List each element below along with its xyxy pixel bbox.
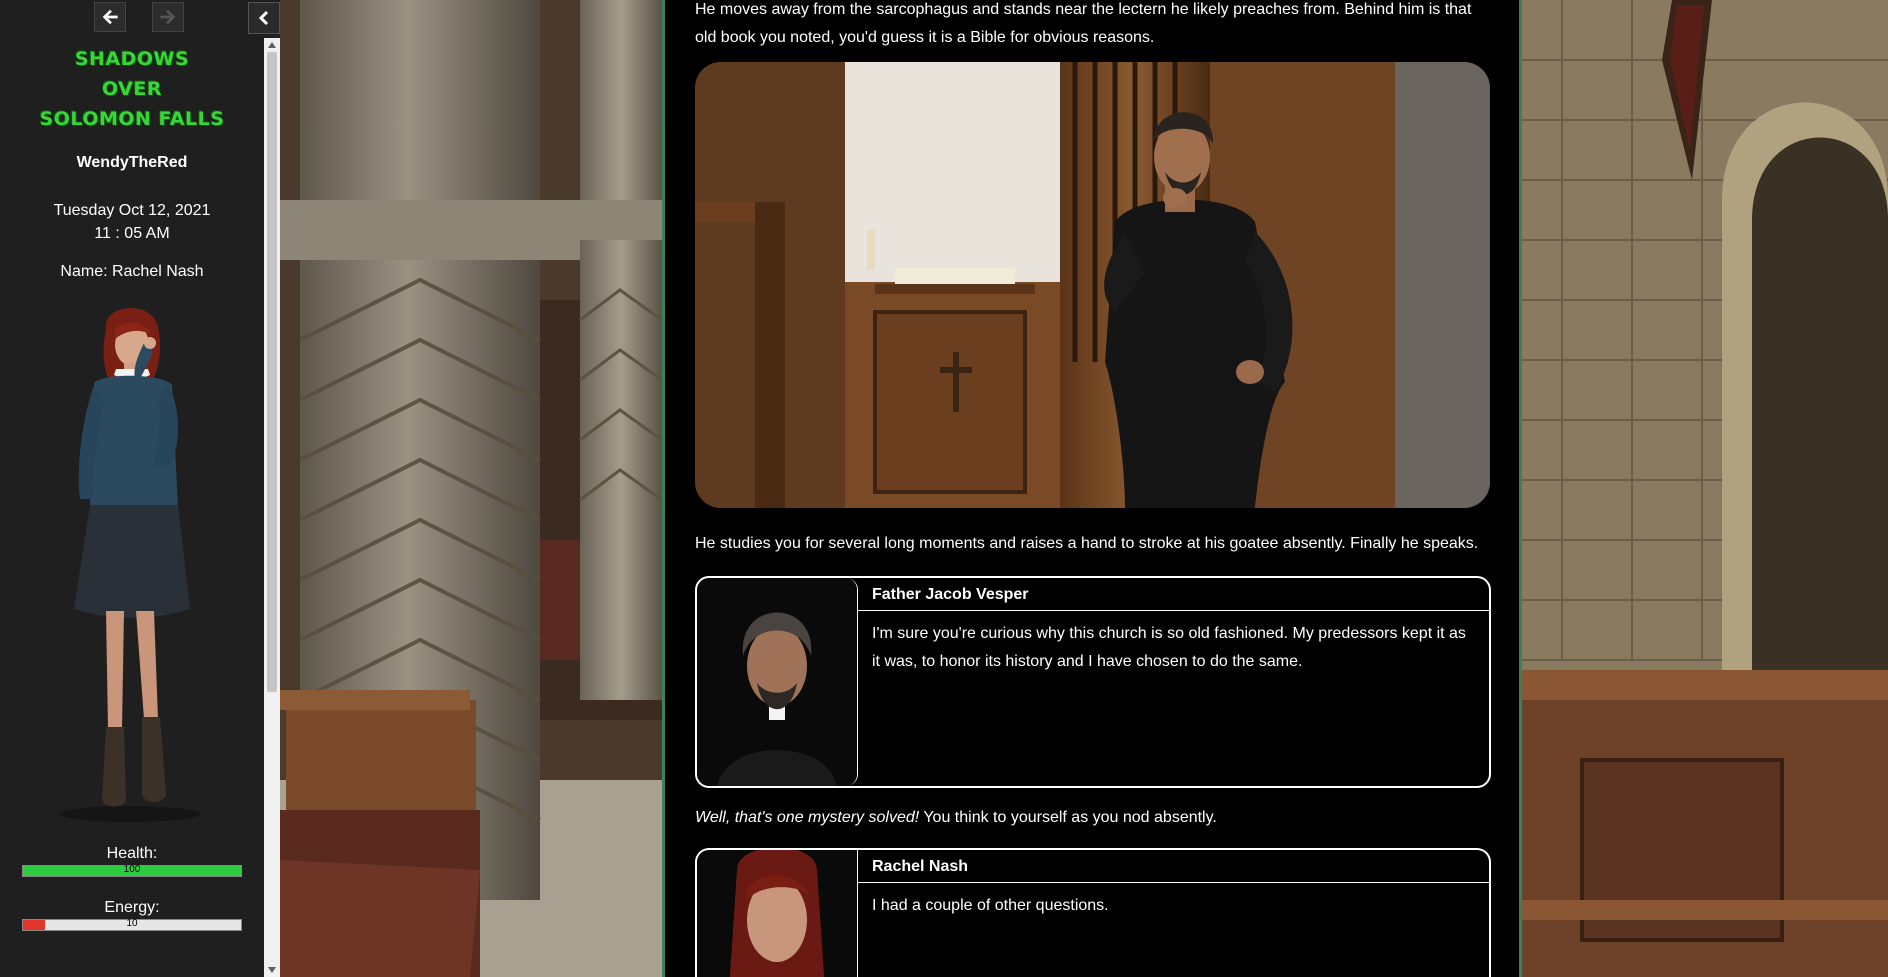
collapse-sidebar-button[interactable] [248,2,280,34]
dialog-box: Father Jacob Vesper I'm sure you're curi… [695,576,1491,788]
scroll-up-arrow[interactable] [264,38,280,52]
energy-label: Energy: [104,899,160,916]
thought-text: Well, that's one mystery solved! [695,809,920,826]
narration-text: You think to yourself as you nod absentl… [919,809,1217,826]
dialog-text: I'm sure you're curious why this church … [872,625,1466,670]
energy-value: 10 [126,918,138,929]
scene-image-priest-at-lectern [695,62,1490,508]
forward-button[interactable] [152,2,184,32]
story-content: He moves away from the sarcophagus and s… [695,0,1491,977]
divider [857,882,1489,883]
health-value: 100 [123,864,141,875]
arrow-left-icon [102,9,118,25]
divider [857,610,1489,611]
speaker-name: Father Jacob Vesper [872,586,1029,603]
back-button[interactable] [94,2,126,32]
game-time: 11 : 05 AM [94,225,170,242]
title-line: OVER [102,78,162,100]
sidebar: SHADOWS OVER SOLOMON FALLS WendyTheRed T… [0,0,280,977]
triangle-down-icon [268,967,276,973]
character-portrait [60,308,200,822]
story-panel: He moves away from the sarcophagus and s… [662,0,1522,977]
health-bar: 100 [22,864,242,877]
story-paragraph: He moves away from the sarcophagus and s… [695,1,1472,46]
sidebar-content: SHADOWS OVER SOLOMON FALLS WendyTheRed T… [0,38,264,977]
triangle-up-icon [268,42,276,48]
story-paragraph: Well, that's one mystery solved! You thi… [695,804,1491,832]
scroll-thumb[interactable] [267,52,277,692]
game-title: SHADOWS OVER SOLOMON FALLS [0,44,264,134]
dialog-box: Rachel Nash I had a couple of other ques… [695,848,1491,977]
speaker-avatar-rachel [697,850,858,977]
background-right-stone-wall [1522,0,1888,977]
background-left-church-pillars [280,0,662,977]
arrow-right-icon [160,9,176,25]
scroll-down-arrow[interactable] [264,963,280,977]
dialog-text: I had a couple of other questions. [872,897,1109,914]
author-name: WendyTheRed [76,154,188,171]
title-line: SOLOMON FALLS [39,108,225,130]
title-line: SHADOWS [74,48,190,70]
speaker-avatar-father-jacob [697,578,858,786]
speaker-name: Rachel Nash [872,858,969,875]
health-label: Health: [106,845,158,862]
game-date: Tuesday Oct 12, 2021 [53,202,211,219]
character-name: Name: Rachel Nash [60,263,204,280]
sidebar-scrollbar[interactable] [264,38,280,977]
chevron-left-icon [258,10,269,26]
energy-bar: 10 [22,918,242,931]
story-paragraph: He studies you for several long moments … [695,535,1479,552]
